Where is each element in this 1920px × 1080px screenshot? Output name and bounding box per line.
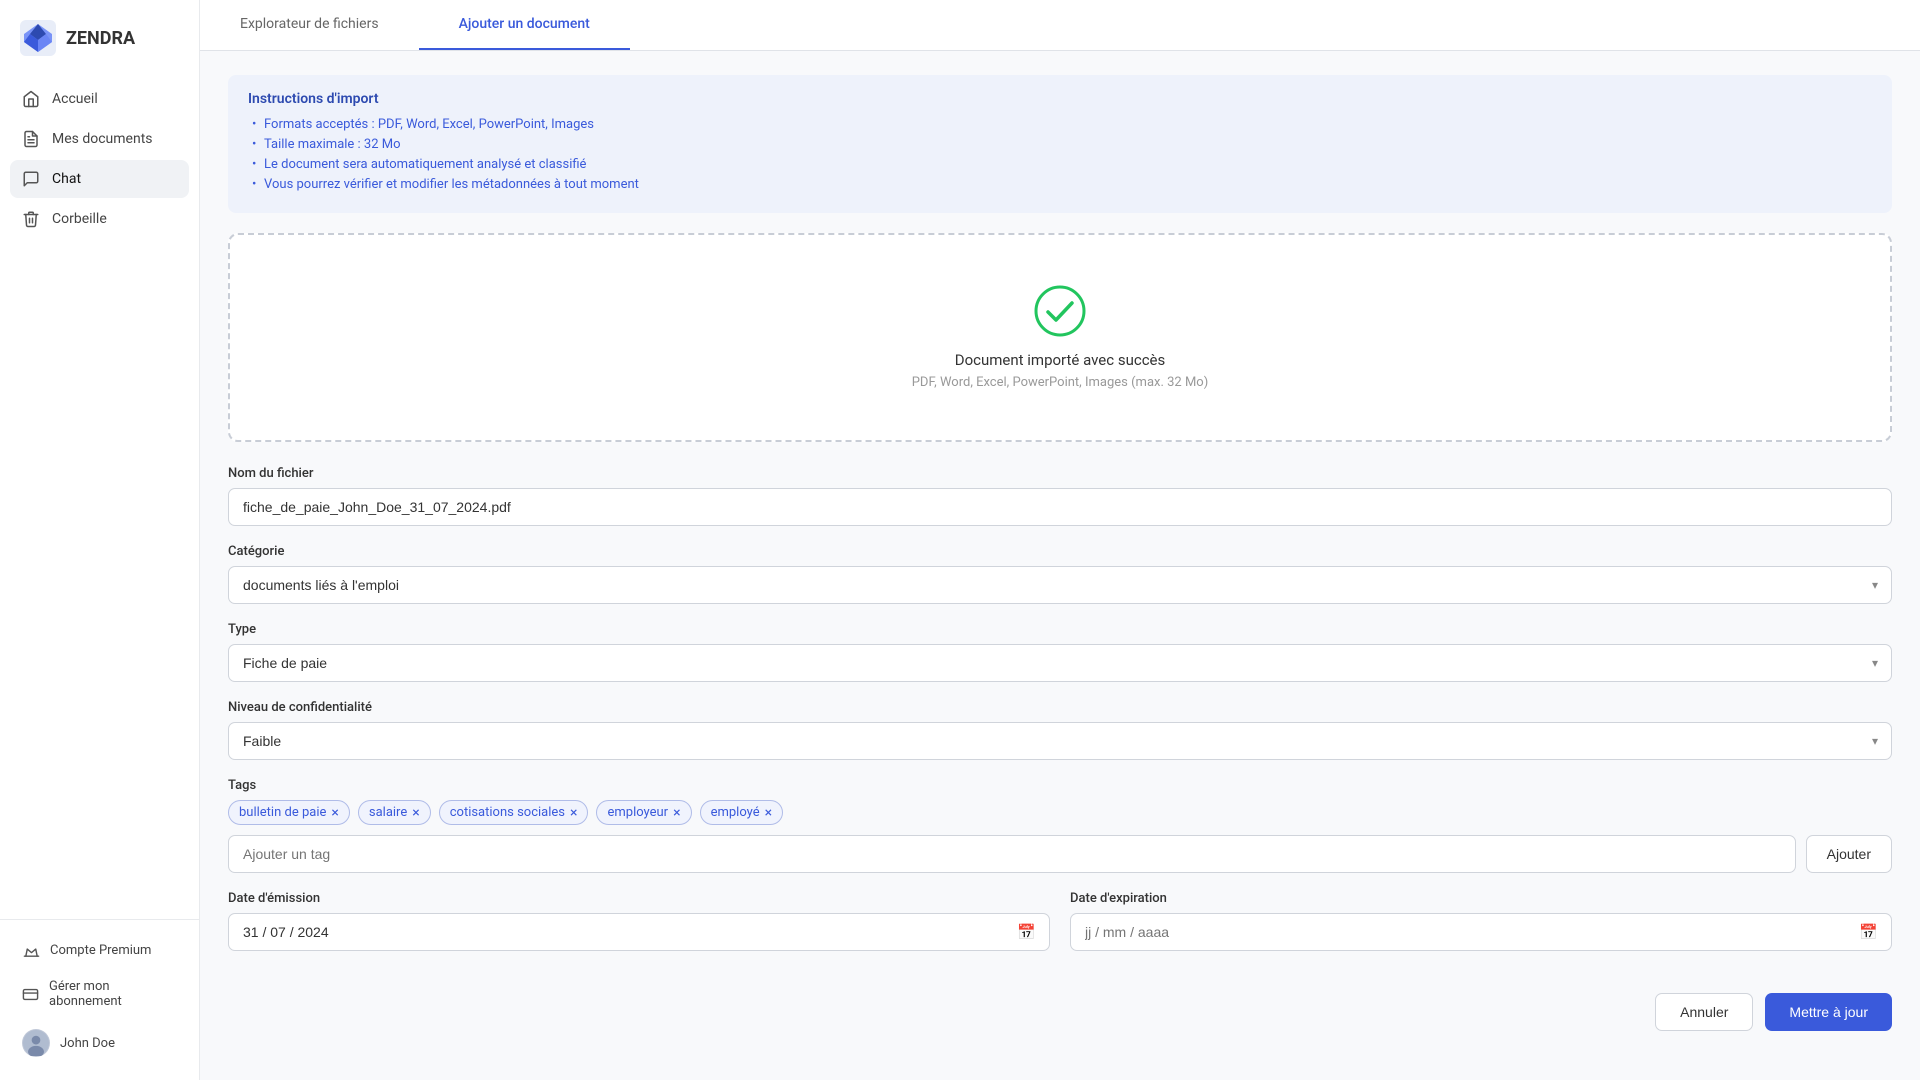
expiration-group: Date d'expiration 📅: [1070, 891, 1892, 951]
filename-label: Nom du fichier: [228, 466, 1892, 481]
instructions-title: Instructions d'import: [248, 91, 1872, 107]
drop-zone[interactable]: Document importé avec succès PDF, Word, …: [228, 233, 1892, 442]
tag-bulletin: bulletin de paie ×: [228, 800, 350, 825]
tags-group: Tags bulletin de paie × salaire × cotisa…: [228, 778, 1892, 873]
dropzone-sub-text: PDF, Word, Excel, PowerPoint, Images (ma…: [912, 375, 1209, 390]
crown-icon: [22, 941, 40, 959]
page-content: Instructions d'import Formats acceptés :…: [200, 51, 1920, 1080]
tag-remove-bulletin[interactable]: ×: [331, 806, 338, 820]
compte-premium-item[interactable]: Compte Premium: [10, 932, 189, 968]
user-name: John Doe: [60, 1036, 115, 1051]
type-group: Type Fiche de paie Contrat Attestation A…: [228, 622, 1892, 682]
mettre-a-jour-button[interactable]: Mettre à jour: [1765, 993, 1892, 1031]
sidebar-item-label: Mes documents: [52, 131, 153, 147]
instruction-item-1: Taille maximale : 32 Mo: [248, 137, 1872, 152]
check-success-icon: [1034, 285, 1086, 337]
footer-buttons: Annuler Mettre à jour: [228, 993, 1892, 1051]
tag-salaire: salaire ×: [358, 800, 431, 825]
tabs-bar: Explorateur de fichiers Ajouter un docum…: [200, 0, 1920, 51]
type-label: Type: [228, 622, 1892, 637]
sidebar-item-chat[interactable]: Chat: [10, 160, 189, 198]
main-content: Explorateur de fichiers Ajouter un docum…: [200, 0, 1920, 1080]
tab-ajouter[interactable]: Ajouter un document: [419, 0, 630, 50]
dropzone-success-text: Document importé avec succès: [955, 351, 1166, 369]
tag-input[interactable]: [228, 835, 1796, 873]
instructions-box: Instructions d'import Formats acceptés :…: [228, 75, 1892, 213]
category-label: Catégorie: [228, 544, 1892, 559]
logo-icon: [20, 20, 56, 56]
sidebar-bottom: Compte Premium Gérer mon abonnement John…: [0, 919, 199, 1080]
filename-input[interactable]: [228, 488, 1892, 526]
instruction-item-2: Le document sera automatiquement analysé…: [248, 157, 1872, 172]
emission-input[interactable]: [228, 913, 1050, 951]
category-group: Catégorie documents liés à l'emploi Docu…: [228, 544, 1892, 604]
compte-premium-label: Compte Premium: [50, 943, 151, 958]
avatar: [22, 1029, 50, 1057]
user-profile-item[interactable]: John Doe: [10, 1020, 189, 1066]
sidebar-item-label: Corbeille: [52, 211, 107, 227]
trash-icon: [22, 210, 40, 228]
sidebar-item-corbeille[interactable]: Corbeille: [10, 200, 189, 238]
tag-remove-employe[interactable]: ×: [765, 806, 772, 820]
instruction-item-3: Vous pourrez vérifier et modifier les mé…: [248, 177, 1872, 192]
gerer-abonnement-item[interactable]: Gérer mon abonnement: [10, 970, 189, 1018]
filename-group: Nom du fichier: [228, 466, 1892, 526]
home-icon: [22, 90, 40, 108]
sidebar-item-accueil[interactable]: Accueil: [10, 80, 189, 118]
type-select[interactable]: Fiche de paie Contrat Attestation Autres: [228, 644, 1892, 682]
card-icon: [22, 985, 39, 1003]
instructions-list: Formats acceptés : PDF, Word, Excel, Pow…: [248, 117, 1872, 192]
date-row: Date d'émission 📅 Date d'expiration 📅: [228, 891, 1892, 969]
confidentiality-label: Niveau de confidentialité: [228, 700, 1892, 715]
tag-remove-cotisations[interactable]: ×: [570, 806, 577, 820]
document-icon: [22, 130, 40, 148]
emission-label: Date d'émission: [228, 891, 1050, 906]
expiration-input[interactable]: [1070, 913, 1892, 951]
logo-text: ZENDRA: [66, 28, 135, 49]
category-select[interactable]: documents liés à l'emploi Documents pers…: [228, 566, 1892, 604]
tag-employeur: employeur ×: [596, 800, 691, 825]
chat-icon: [22, 170, 40, 188]
sidebar-item-label: Accueil: [52, 91, 98, 107]
sidebar-item-mes-documents[interactable]: Mes documents: [10, 120, 189, 158]
confidentiality-select[interactable]: Faible Moyen Élevé: [228, 722, 1892, 760]
logo: ZENDRA: [0, 0, 199, 80]
sidebar-item-label: Chat: [52, 171, 81, 187]
sidebar: ZENDRA Accueil Mes documents Chat Corbei…: [0, 0, 200, 1080]
annuler-button[interactable]: Annuler: [1655, 993, 1753, 1031]
tags-container: bulletin de paie × salaire × cotisations…: [228, 800, 1892, 825]
confidentiality-group: Niveau de confidentialité Faible Moyen É…: [228, 700, 1892, 760]
tag-add-button[interactable]: Ajouter: [1806, 835, 1892, 873]
instruction-item-0: Formats acceptés : PDF, Word, Excel, Pow…: [248, 117, 1872, 132]
nav-items: Accueil Mes documents Chat Corbeille: [0, 80, 199, 919]
tab-explorateur[interactable]: Explorateur de fichiers: [200, 0, 419, 50]
tag-input-row: Ajouter: [228, 835, 1892, 873]
tags-label: Tags: [228, 778, 1892, 793]
tag-cotisations: cotisations sociales ×: [439, 800, 589, 825]
gerer-abonnement-label: Gérer mon abonnement: [49, 979, 177, 1009]
tag-employe: employé ×: [700, 800, 784, 825]
tag-remove-employeur[interactable]: ×: [673, 806, 680, 820]
tag-remove-salaire[interactable]: ×: [412, 806, 419, 820]
emission-group: Date d'émission 📅: [228, 891, 1050, 951]
expiration-label: Date d'expiration: [1070, 891, 1892, 906]
